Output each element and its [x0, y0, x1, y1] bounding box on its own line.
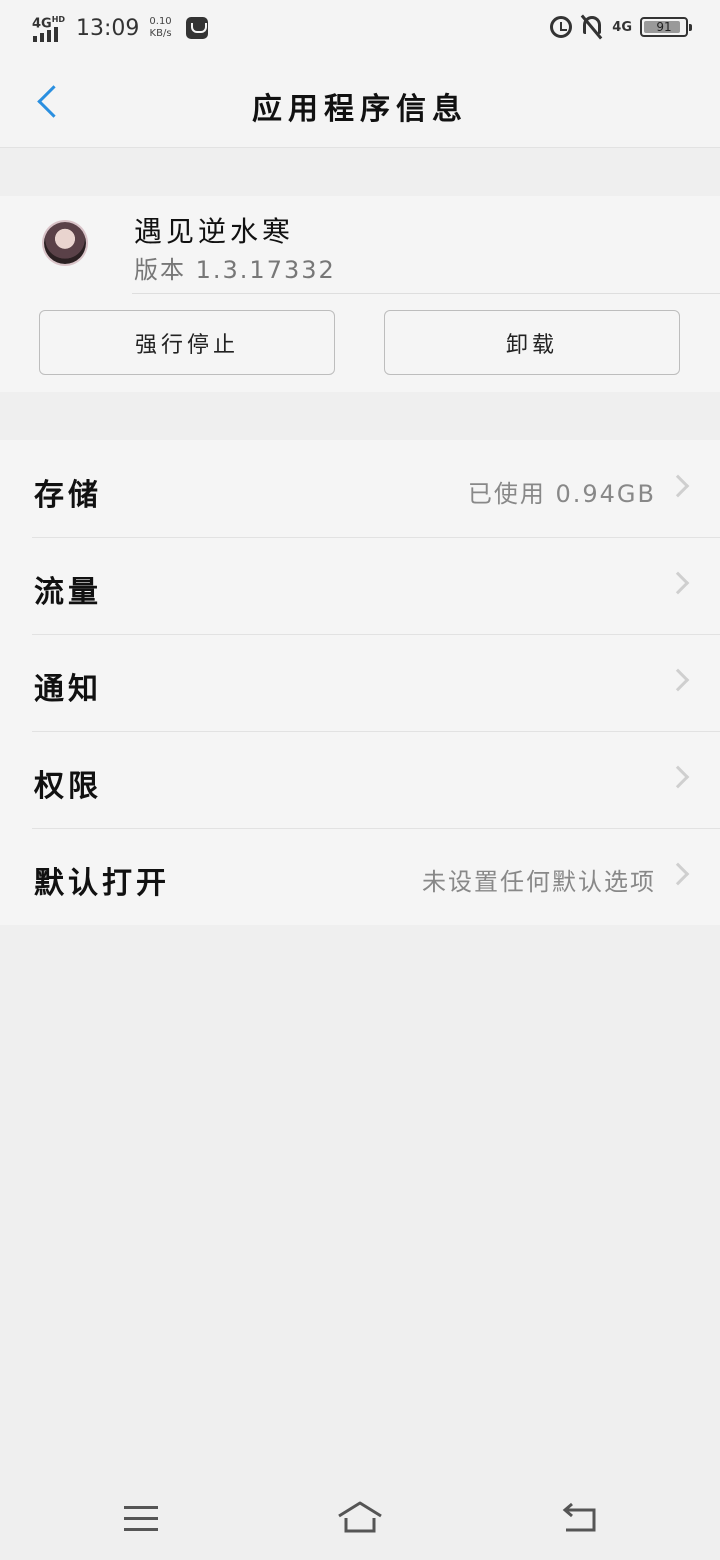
- uninstall-button[interactable]: 卸载: [384, 310, 680, 375]
- speed-unit: KB/s: [149, 28, 172, 39]
- network-speed: 0.10 KB/s: [149, 16, 171, 40]
- row-label: 默认打开: [34, 866, 170, 901]
- network-hd: HD: [51, 15, 66, 24]
- status-right: 4G 91: [550, 14, 692, 40]
- divider: [132, 293, 720, 294]
- chevron-right-icon: [666, 474, 690, 498]
- home-icon[interactable]: [336, 1500, 384, 1534]
- navigation-bar: [0, 1470, 720, 1560]
- notifications-row[interactable]: 通知: [0, 634, 720, 731]
- status-bar: 4GHD 13:09 0.10 KB/s 4G 91: [0, 0, 720, 56]
- row-label: 权限: [34, 769, 102, 804]
- row-label: 流量: [34, 575, 102, 610]
- row-value: 未设置任何默认选项: [422, 868, 656, 896]
- return-icon[interactable]: [560, 1502, 600, 1534]
- chevron-right-icon: [666, 765, 690, 789]
- battery-level: 91: [656, 20, 672, 34]
- speed-value: 0.10: [149, 16, 172, 27]
- app-version: 版本 1.3.17332: [134, 256, 336, 284]
- row-label: 存储: [34, 478, 102, 513]
- chevron-right-icon: [666, 668, 690, 692]
- alarm-icon: [550, 16, 573, 38]
- chevron-right-icon: [666, 862, 690, 886]
- permissions-row[interactable]: 权限: [0, 731, 720, 828]
- mute-bell-icon: [580, 14, 604, 40]
- open-by-default-row[interactable]: 默认打开 未设置任何默认选项: [0, 828, 720, 925]
- row-value: 已使用 0.94GB: [467, 480, 656, 508]
- force-stop-button[interactable]: 强行停止: [39, 310, 335, 375]
- notification-app-icon: [185, 17, 208, 39]
- app-info-card: 遇见逆水寒 版本 1.3.17332 强行停止 卸载: [0, 196, 720, 392]
- mobile-network-type: 4G: [612, 19, 632, 35]
- status-left: 4GHD 13:09 0.10 KB/s: [32, 10, 208, 46]
- app-icon: [44, 222, 86, 264]
- data-usage-row[interactable]: 流量: [0, 537, 720, 634]
- title-bar: 应用程序信息: [0, 56, 720, 148]
- storage-row[interactable]: 存储 已使用 0.94GB: [0, 440, 720, 537]
- app-name: 遇见逆水寒: [134, 215, 295, 248]
- settings-list: 存储 已使用 0.94GB 流量 通知 权限 默认打开 未设置任何默认选项: [0, 440, 720, 925]
- page-title: 应用程序信息: [252, 92, 468, 127]
- signal-icon: 4GHD: [32, 13, 68, 43]
- chevron-right-icon: [666, 571, 690, 595]
- row-label: 通知: [34, 672, 102, 707]
- clock: 13:09: [76, 15, 140, 41]
- menu-icon[interactable]: [124, 1506, 158, 1532]
- battery-icon: 91: [640, 17, 692, 37]
